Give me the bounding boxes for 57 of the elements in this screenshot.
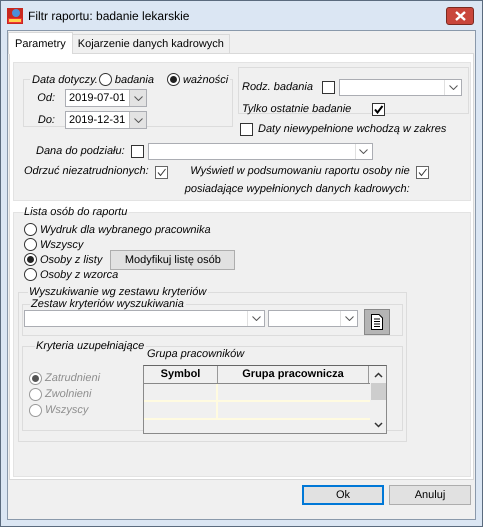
field-label: Odrzuć niezatrudnionych: <box>24 165 149 177</box>
radio-label: Zwolnieni <box>45 388 92 400</box>
chevron-down-icon <box>448 84 458 90</box>
date-picker[interactable]: 2019-12-31 <box>65 111 147 129</box>
radio-button[interactable] <box>166 73 180 86</box>
radio-button[interactable] <box>24 238 37 251</box>
radio-button[interactable] <box>24 223 37 236</box>
checkbox[interactable] <box>372 102 385 116</box>
group-title: Zestaw kryteriów wyszukiwania <box>30 298 185 310</box>
field-label: Grupa pracowników <box>147 348 246 362</box>
chevron-down-icon <box>134 118 142 122</box>
checkbox-label: Daty niewypełnione wchodzą w zakres <box>258 123 446 135</box>
field-label: Rodz. badania <box>242 81 314 93</box>
radio-button[interactable] <box>24 253 37 266</box>
radio-button[interactable] <box>24 268 37 281</box>
group-title: Wyszukiwanie wg zestawu kryteriów <box>28 286 208 298</box>
field-label: Od: <box>36 92 55 104</box>
date-picker[interactable]: 2019-07-01 <box>65 89 147 107</box>
chevron-up-icon <box>374 372 382 378</box>
checkbox[interactable] <box>240 122 253 136</box>
dialog-button[interactable]: Ok <box>302 485 384 505</box>
group-title: Lista osób do raportu <box>23 206 128 218</box>
radio-label: badania <box>114 74 154 86</box>
checkbox[interactable] <box>130 144 144 158</box>
radio-label: Wszyscy <box>40 238 84 250</box>
chevron-down-icon <box>134 96 142 100</box>
scroll-thumb[interactable] <box>370 383 386 400</box>
chevron-down-icon <box>374 422 382 428</box>
checkbox[interactable] <box>322 80 335 94</box>
field-label: Dana do podziału: <box>36 145 125 157</box>
radio-label: ważności <box>182 74 228 86</box>
app-icon <box>7 8 23 24</box>
group-title: Data dotyczy. <box>32 74 98 86</box>
dialog-button[interactable]: Anuluj <box>389 485 471 505</box>
group-title: Kryteria uzupełniające <box>35 340 146 352</box>
modify-list-button[interactable]: Modyfikuj listę osób <box>110 250 236 270</box>
chevron-down-icon <box>252 316 260 321</box>
document-icon <box>371 314 383 330</box>
field-label: Do: <box>36 114 55 126</box>
checkbox[interactable] <box>154 166 168 179</box>
chevron-down-icon <box>344 316 354 321</box>
checkbox-label: Wyświetl w podsumowaniu raportu osoby nie posiadające wypełnionych danych kadrowych: <box>184 164 410 197</box>
radio-label: Osoby z listy <box>40 254 102 266</box>
chevron-down-icon <box>359 148 368 154</box>
field-label: Tylko ostatnie badanie <box>242 103 352 115</box>
document-button[interactable] <box>364 309 390 335</box>
close-icon <box>454 10 466 20</box>
radio-label: Wszyscy <box>45 404 88 416</box>
tab[interactable]: Kojarzenie danych kadrowych <box>72 34 230 53</box>
radio-button[interactable] <box>98 73 112 86</box>
radio-label: Zatrudnieni <box>45 372 100 384</box>
tab[interactable]: Parametry <box>8 32 73 54</box>
close-button[interactable] <box>446 6 474 24</box>
radio-label: Osoby z wzorca <box>40 268 118 280</box>
window-title: Filtr raportu: badanie lekarskie <box>28 8 190 22</box>
radio-label: Wydruk dla wybranego pracownika <box>40 224 211 236</box>
checkbox[interactable] <box>416 166 429 179</box>
